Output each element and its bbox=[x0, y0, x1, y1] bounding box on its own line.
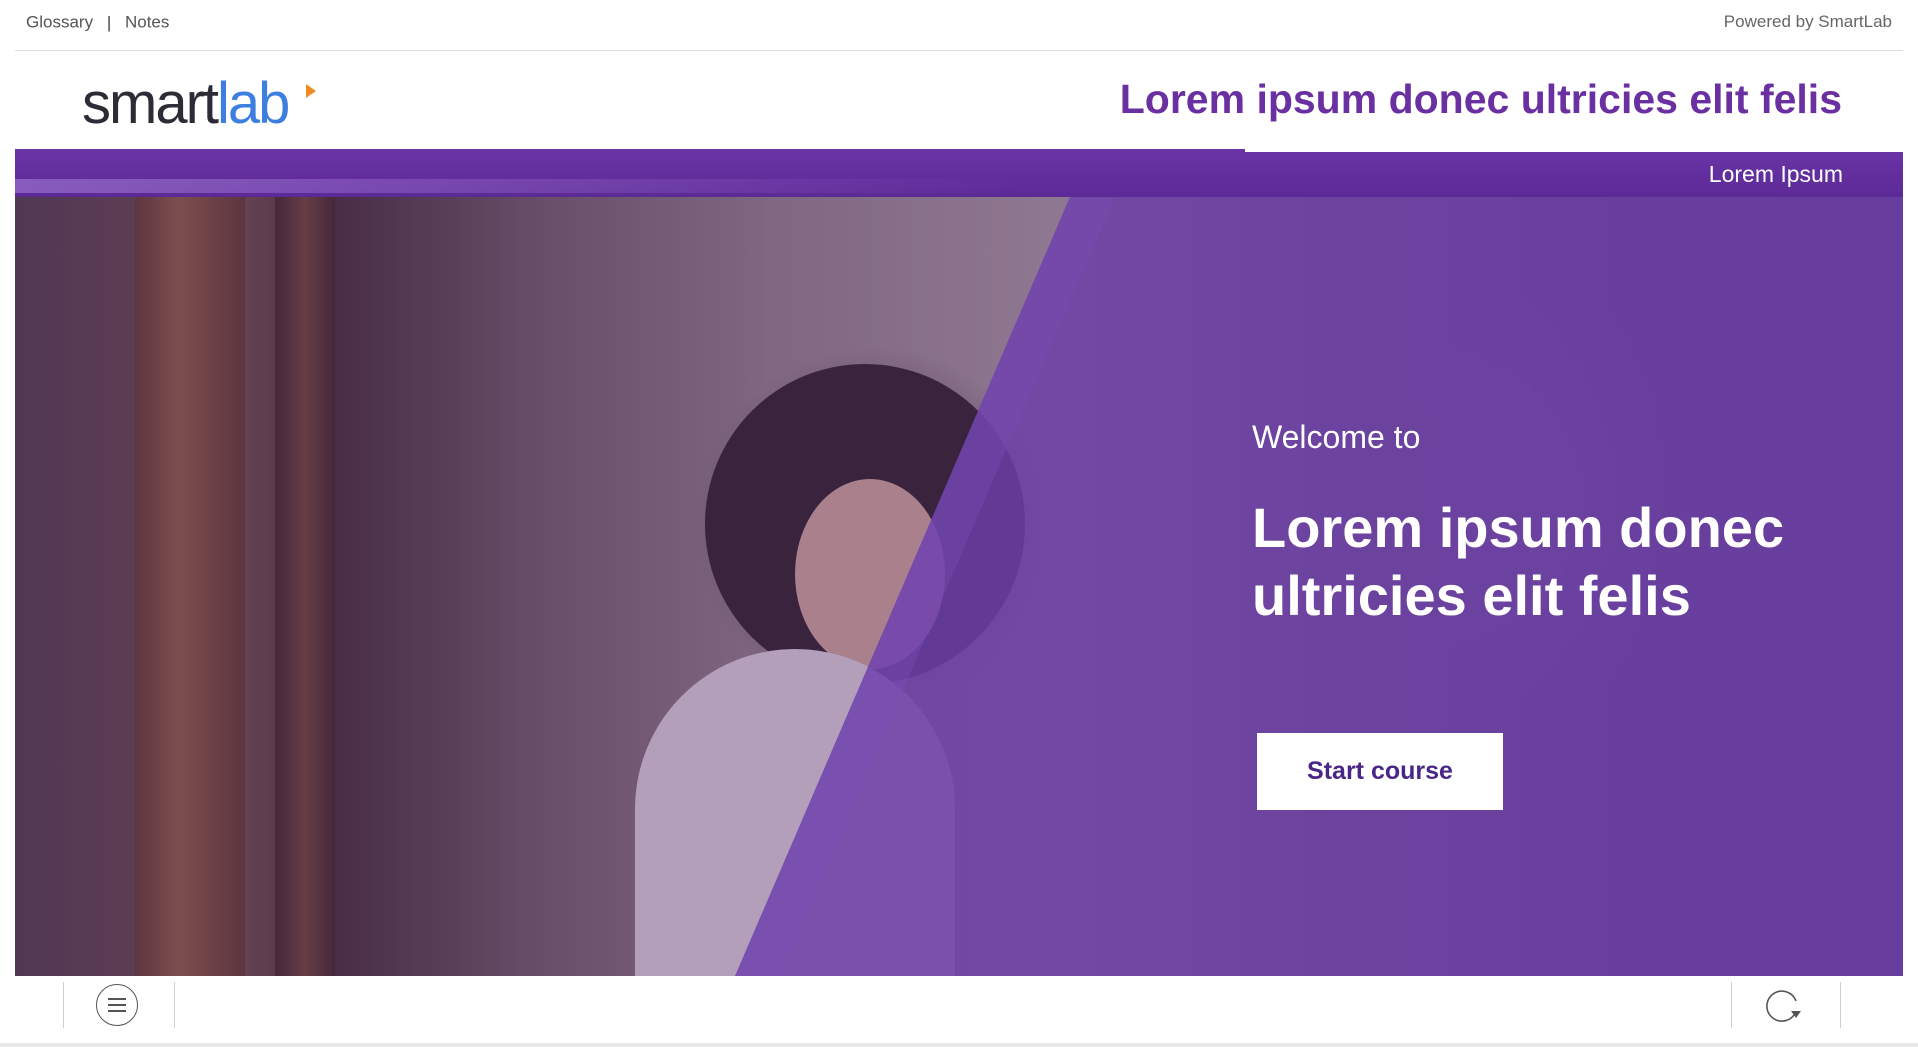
reload-icon-graphic bbox=[1766, 990, 1801, 1022]
hero-section: Lorem Ipsum Welcome to Lorem ipsum donec… bbox=[15, 149, 1903, 976]
logo-text-smart: smart bbox=[82, 71, 219, 136]
menu-icon-line bbox=[108, 1004, 126, 1006]
top-utility-bar: Glossary | Notes Powered by SmartLab bbox=[0, 0, 1918, 48]
nav-divider bbox=[1731, 982, 1732, 1028]
glossary-link[interactable]: Glossary bbox=[26, 13, 93, 32]
reload-icon[interactable] bbox=[1760, 982, 1806, 1028]
top-links: Glossary | Notes bbox=[26, 12, 169, 33]
top-divider bbox=[15, 50, 1903, 51]
smartlab-logo: smartlab bbox=[82, 70, 322, 136]
hero-band: Lorem Ipsum bbox=[15, 149, 1903, 197]
powered-by-text: Powered by SmartLab bbox=[1723, 12, 1892, 31]
band-stripe bbox=[15, 179, 1015, 193]
play-triangle-icon bbox=[306, 84, 316, 98]
link-separator: | bbox=[106, 12, 112, 32]
menu-icon-line bbox=[108, 998, 126, 1000]
notes-link[interactable]: Notes bbox=[125, 13, 169, 32]
menu-icon-line bbox=[108, 1010, 126, 1012]
section-label: Lorem Ipsum bbox=[1708, 161, 1843, 187]
bottom-edge bbox=[0, 1043, 1918, 1047]
menu-icon[interactable] bbox=[96, 984, 138, 1026]
nav-divider bbox=[1840, 982, 1841, 1028]
course-title: Lorem ipsum donec ultricies elit felis bbox=[1119, 76, 1842, 122]
nav-divider bbox=[174, 982, 175, 1028]
welcome-text: Welcome to bbox=[1252, 419, 1421, 455]
logo-text-lab: lab bbox=[217, 71, 290, 136]
bottom-nav bbox=[0, 978, 1918, 1047]
start-course-button[interactable]: Start course bbox=[1257, 733, 1503, 810]
band-top-line bbox=[1245, 149, 1903, 152]
nav-divider bbox=[63, 982, 64, 1028]
hero-title: Lorem ipsum donec ultricies elit felis bbox=[1252, 496, 1785, 627]
